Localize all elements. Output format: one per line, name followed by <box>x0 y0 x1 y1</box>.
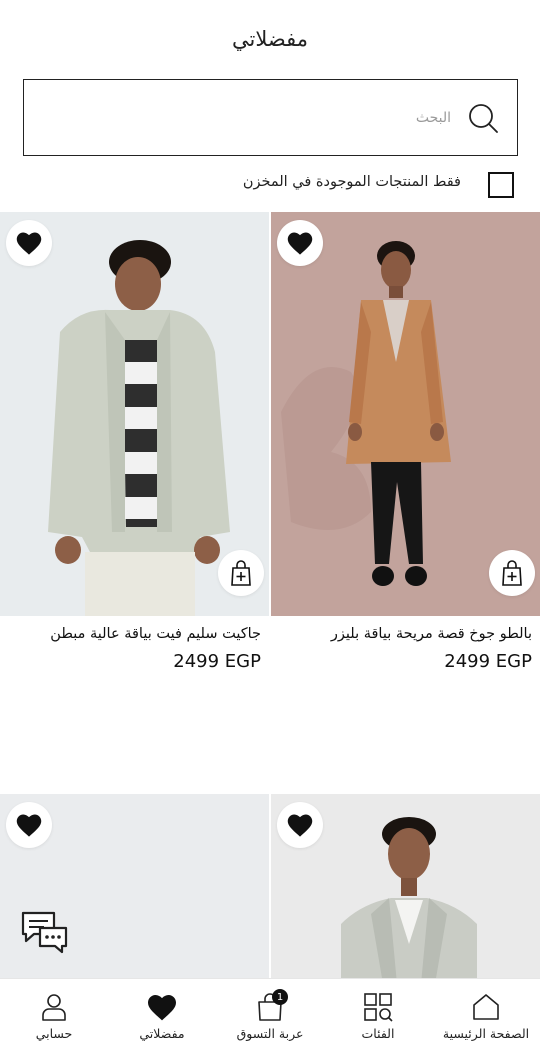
bottom-navigation: الصفحة الرئيسية الفئات 1 عربة التسوق مفض… <box>0 978 540 1057</box>
home-icon <box>473 994 499 1020</box>
product-name[interactable]: جاكيت سليم فيت بياقة عالية مبطن <box>50 626 261 642</box>
product-image[interactable] <box>271 212 540 616</box>
nav-label: عربة التسوق <box>236 1026 304 1041</box>
heart-icon <box>287 814 313 837</box>
nav-item-account[interactable]: حسابي <box>0 979 108 1057</box>
nav-item-cart[interactable]: 1 عربة التسوق <box>216 979 324 1057</box>
shopping-bag-plus-icon <box>231 560 251 586</box>
chat-icon[interactable] <box>20 910 70 954</box>
nav-item-home[interactable]: الصفحة الرئيسية <box>432 979 540 1057</box>
search-input[interactable] <box>71 98 451 138</box>
heart-icon <box>148 995 176 1021</box>
in-stock-checkbox[interactable] <box>488 172 514 198</box>
nav-label: الصفحة الرئيسية <box>442 1026 530 1041</box>
search-icon[interactable] <box>467 102 499 134</box>
cart-count-badge: 1 <box>272 989 288 1005</box>
add-to-cart-button[interactable] <box>489 550 535 596</box>
in-stock-filter[interactable]: فقط المنتجات الموجودة في المخزن <box>0 166 540 204</box>
heart-icon <box>287 232 313 255</box>
nav-item-categories[interactable]: الفئات <box>324 979 432 1057</box>
product-price: 2499 EGP <box>173 651 261 672</box>
heart-icon <box>16 232 42 255</box>
nav-label: الفئات <box>361 1026 395 1041</box>
product-image[interactable] <box>271 794 540 984</box>
add-to-cart-button[interactable] <box>218 550 264 596</box>
product-name[interactable]: بالطو جوخ قصة مريحة بياقة بليزر <box>331 626 532 642</box>
nav-item-favorites[interactable]: مفضلاتي <box>108 979 216 1057</box>
nav-label: مفضلاتي <box>139 1026 185 1041</box>
categories-icon <box>364 993 393 1022</box>
heart-icon <box>16 814 42 837</box>
shopping-bag-plus-icon <box>502 560 522 586</box>
favorite-button[interactable] <box>6 220 52 266</box>
page-title: مفضلاتي <box>232 27 308 51</box>
favorite-button[interactable] <box>277 802 323 848</box>
favorite-button[interactable] <box>6 802 52 848</box>
search-box[interactable] <box>23 79 518 156</box>
nav-label: حسابي <box>35 1026 73 1041</box>
product-price: 2499 EGP <box>444 651 532 672</box>
favorite-button[interactable] <box>277 220 323 266</box>
product-image[interactable] <box>0 794 269 984</box>
product-image[interactable] <box>0 212 269 616</box>
page-header: مفضلاتي <box>0 0 540 78</box>
in-stock-label: فقط المنتجات الموجودة في المخزن <box>242 174 461 190</box>
user-icon <box>42 994 66 1021</box>
